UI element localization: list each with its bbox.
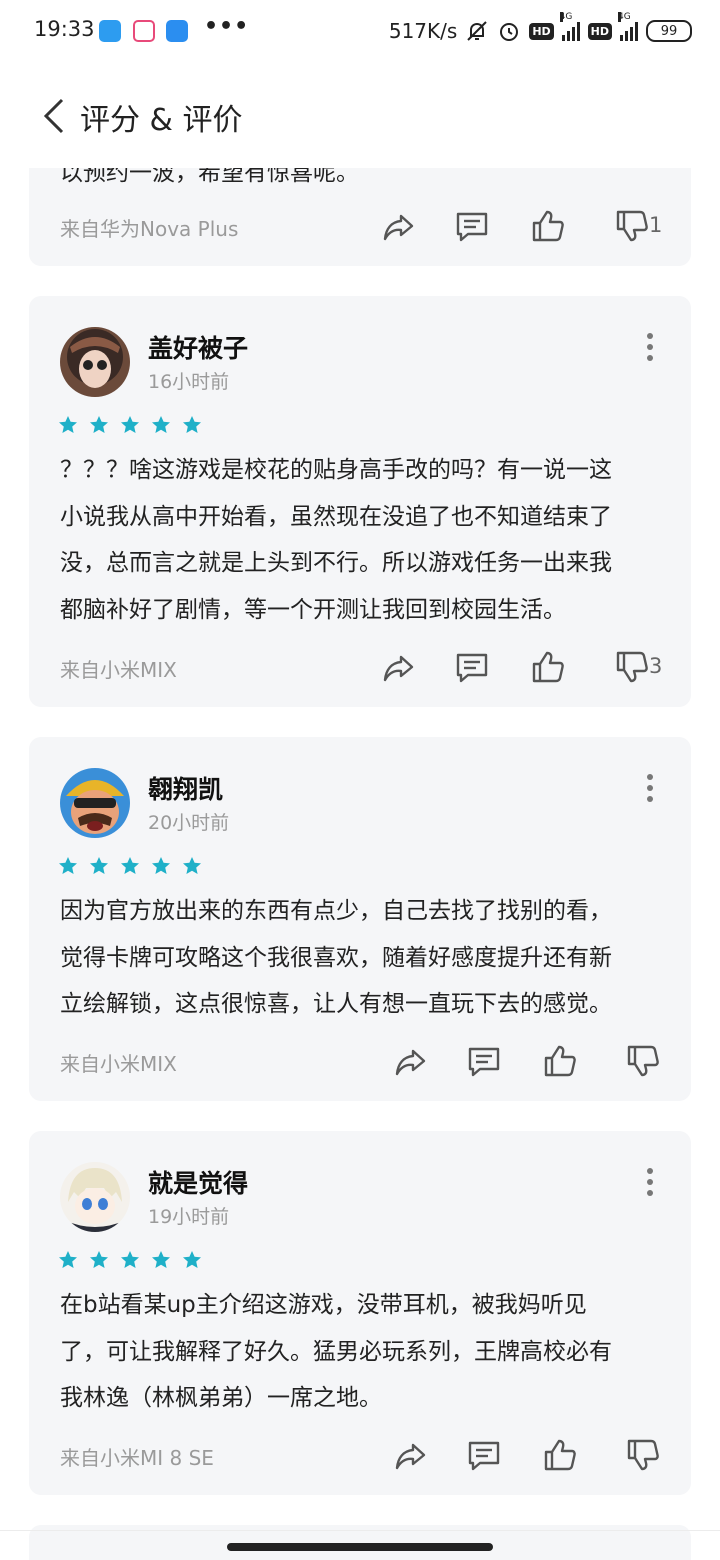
review-line: 了，可让我解释了好久。猛男必玩系列，王牌高校必有 — [60, 1338, 612, 1365]
review-device: 来自小米MIX — [60, 658, 177, 682]
dislike-icon[interactable] — [625, 1437, 661, 1473]
review-device: 来自华为Nova Plus — [60, 217, 239, 241]
comment-icon[interactable] — [466, 1437, 502, 1473]
review-card: 翱翔凯 20小时前 因为官方放出来的东西有点少，自己去找了找别的看， 觉得卡牌可… — [29, 737, 691, 1101]
network-type-2: 4G — [618, 12, 631, 22]
comment-icon[interactable] — [466, 1043, 502, 1079]
header: 评分 & 评价 — [0, 64, 720, 168]
share-icon[interactable] — [381, 649, 417, 685]
review-time: 19小时前 — [148, 1206, 230, 1228]
avatar[interactable] — [60, 768, 130, 838]
review-time: 20小时前 — [148, 812, 230, 834]
dislike-icon[interactable] — [614, 208, 650, 244]
review-time: 16小时前 — [148, 371, 230, 393]
like-icon[interactable] — [542, 1437, 578, 1473]
network-type: 4G — [559, 12, 573, 22]
review-line: 立绘解锁，这点很惊喜，让人有想一直玩下去的感觉。 — [60, 991, 612, 1017]
more-options-icon[interactable] — [645, 773, 655, 803]
comment-icon[interactable] — [454, 208, 490, 244]
nav-divider — [0, 1530, 720, 1531]
star-icon — [58, 856, 78, 876]
hd-icon-2: HD — [587, 22, 612, 40]
mute-bell-icon — [467, 21, 488, 41]
review-card: 盖好被子 16小时前 ？？？啥这游戏是校花的贴身高手改的吗？有一说一这 小说我从… — [29, 296, 691, 707]
dislike-count: 3 — [649, 654, 663, 678]
more-options-icon[interactable] — [645, 332, 655, 362]
more-notifications-icon: ••• — [204, 14, 250, 39]
review-device: 来自小米MI 8 SE — [60, 1446, 214, 1470]
status-bar: 19:33 ••• 517K/s HD 4G HD 4G 99 — [0, 0, 720, 64]
star-icon — [151, 1250, 171, 1270]
star-rating — [58, 415, 202, 435]
back-arrow-icon[interactable] — [40, 96, 70, 136]
review-line: 在b站看某up主介绍这游戏，没带耳机，被我妈听见 — [60, 1292, 587, 1318]
avatar[interactable] — [60, 327, 130, 397]
page-title: 评分 & 评价 — [80, 103, 243, 138]
home-indicator[interactable] — [227, 1543, 493, 1551]
like-icon[interactable] — [542, 1043, 578, 1079]
review-line: 我林逸（林枫弟弟）一席之地。 — [60, 1385, 382, 1411]
hd-icon: HD — [529, 22, 554, 40]
comment-icon[interactable] — [454, 649, 490, 685]
app-notification-icon-3 — [166, 20, 188, 42]
dislike-count: 1 — [649, 213, 663, 237]
signal-icon: 4G — [559, 12, 580, 41]
like-icon[interactable] — [530, 208, 566, 244]
share-icon[interactable] — [381, 208, 417, 244]
username[interactable]: 翱翔凯 — [148, 770, 223, 806]
star-rating — [58, 856, 202, 876]
review-line: 因为官方放出来的东西有点少，自己去找了找别的看， — [60, 898, 612, 924]
review-device: 来自小米MIX — [60, 1052, 177, 1076]
review-line: ？？？啥这游戏是校花的贴身高手改的吗？有一说一这 — [60, 457, 612, 483]
review-line: 小说我从高中开始看，虽然现在没追了也不知道结束了 — [60, 503, 612, 530]
star-icon — [89, 415, 109, 435]
share-icon[interactable] — [393, 1437, 429, 1473]
username[interactable]: 就是觉得 — [148, 1164, 248, 1200]
star-icon — [120, 1250, 140, 1270]
app-notification-icon-1 — [99, 20, 121, 42]
status-time: 19:33 — [34, 17, 95, 41]
star-icon — [120, 856, 140, 876]
star-icon — [58, 415, 78, 435]
signal-icon-2: 4G — [618, 12, 638, 41]
app-notification-icon-2 — [133, 20, 155, 42]
star-icon — [182, 1250, 202, 1270]
star-icon — [182, 415, 202, 435]
review-line: 都脑补好了剧情，等一个开测让我回到校园生活。 — [60, 596, 566, 623]
battery-icon: 99 — [646, 20, 692, 42]
username[interactable]: 盖好被子 — [148, 329, 248, 365]
review-card: 就是觉得 19小时前 在b站看某up主介绍这游戏，没带耳机，被我妈听见 了，可让… — [29, 1131, 691, 1495]
review-text: ？？？啥这游戏是校花的贴身高手改的吗？有一说一这 小说我从高中开始看，虽然现在没… — [60, 447, 670, 633]
review-text: 因为官方放出来的东西有点少，自己去找了找别的看， 觉得卡牌可攻略这个我很喜欢，随… — [60, 888, 670, 1028]
star-icon — [58, 1250, 78, 1270]
more-options-icon[interactable] — [645, 1167, 655, 1197]
review-text: 在b站看某up主介绍这游戏，没带耳机，被我妈听见 了，可让我解释了好久。猛男必玩… — [60, 1282, 670, 1422]
star-icon — [89, 856, 109, 876]
like-icon[interactable] — [530, 649, 566, 685]
dislike-icon[interactable] — [614, 649, 650, 685]
star-icon — [120, 415, 140, 435]
review-line: 没，总而言之就是上头到不行。所以游戏任务一出来我 — [60, 550, 612, 576]
star-rating — [58, 1250, 202, 1270]
star-icon — [151, 415, 171, 435]
avatar[interactable] — [60, 1162, 130, 1232]
star-icon — [182, 856, 202, 876]
star-icon — [89, 1250, 109, 1270]
review-line: 觉得卡牌可攻略这个我很喜欢，随着好感度提升还有新 — [60, 944, 612, 971]
alarm-icon — [500, 23, 519, 41]
network-speed: 517K/s — [388, 19, 458, 43]
star-icon — [151, 856, 171, 876]
dislike-icon[interactable] — [625, 1043, 661, 1079]
share-icon[interactable] — [393, 1043, 429, 1079]
